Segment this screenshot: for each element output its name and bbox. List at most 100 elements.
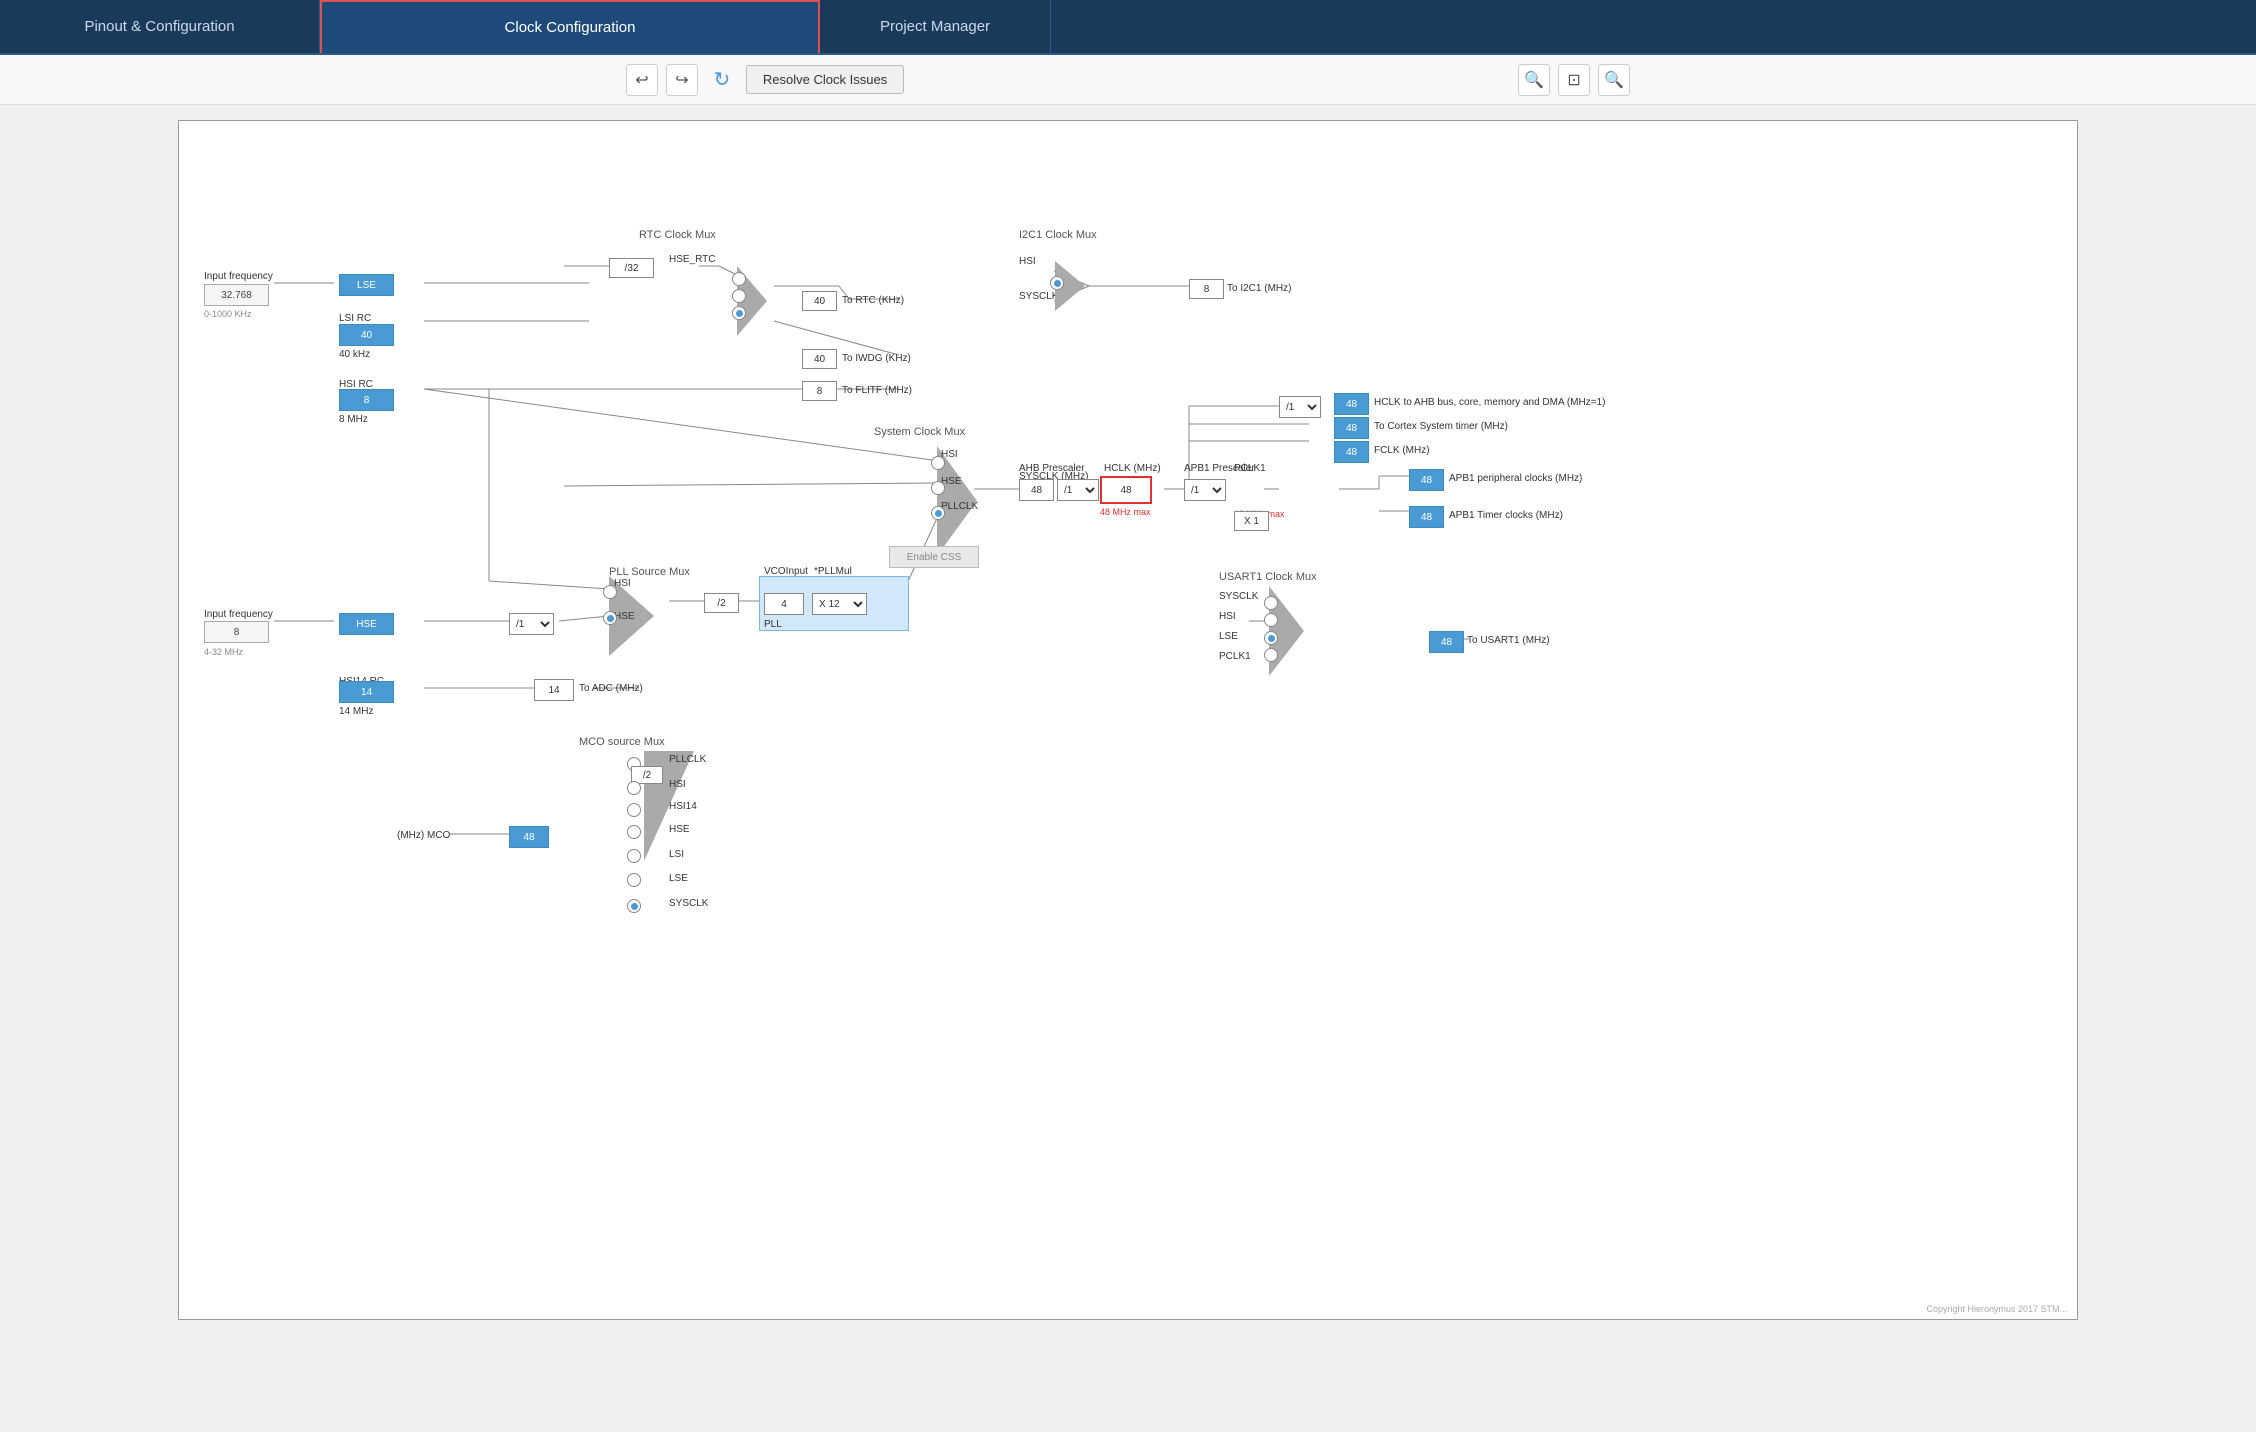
mco-val-box: 48 xyxy=(509,826,549,848)
mco-hse-label: HSE xyxy=(669,824,690,835)
mco-radio-lse[interactable] xyxy=(627,873,641,887)
flitf-output-val: 8 xyxy=(802,381,837,401)
mco-lsi-label: LSI xyxy=(669,849,684,860)
hsi-value[interactable]: 8 xyxy=(339,389,394,411)
vco-input-label: VCOInput xyxy=(764,566,808,577)
usart1-radio-lse[interactable] xyxy=(1264,631,1278,645)
cortex-timer-label: To Cortex System timer (MHz) xyxy=(1374,421,1508,432)
mco-radio-hse[interactable] xyxy=(627,825,641,839)
top-navigation: Pinout & Configuration Clock Configurati… xyxy=(0,0,2256,55)
i2c1-sysclk-label: SYSCLK xyxy=(1019,291,1058,302)
pll-source-radio-hse[interactable] xyxy=(603,611,617,625)
copyright-text: Copyright Hieronymus 2017 STM... xyxy=(1926,1304,2067,1314)
refresh-button[interactable]: ↻ xyxy=(706,64,738,96)
mco-hsi-label: HSI xyxy=(669,779,686,790)
usart1-hsi: HSI xyxy=(1219,611,1236,622)
mco-radio-hsi14[interactable] xyxy=(627,803,641,817)
fclk-label: FCLK (MHz) xyxy=(1374,445,1430,456)
fit-button[interactable]: ⊡ xyxy=(1558,64,1590,96)
ahb-val-box: 48 xyxy=(1019,479,1054,501)
mco-sysclk-label: SYSCLK xyxy=(669,898,708,909)
hclk-div1-select[interactable]: /1 xyxy=(1279,396,1321,418)
i2c1-hsi-label: HSI xyxy=(1019,256,1036,267)
sys-mux-pllclk: PLLCLK xyxy=(941,501,978,512)
lsi-freq: 40 kHz xyxy=(339,349,370,360)
input-freq2-value[interactable]: 8 xyxy=(204,621,269,643)
zoom-out-button[interactable]: 🔍 xyxy=(1598,64,1630,96)
redo-button[interactable]: ↪ xyxy=(666,64,698,96)
pll-hse-label: HSE xyxy=(614,611,635,622)
usart1-radio-hsi[interactable] xyxy=(1264,613,1278,627)
hse-box[interactable]: HSE xyxy=(339,613,394,635)
nav-clock-config[interactable]: Clock Configuration xyxy=(320,0,820,53)
hclk-ahb-val: 48 xyxy=(1334,393,1369,415)
hse-div-select[interactable]: /1 xyxy=(509,613,554,635)
usart1-out-label: To USART1 (MHz) xyxy=(1467,635,1550,646)
flitf-out-label: To FLITF (MHz) xyxy=(842,385,912,396)
vco-input-val[interactable]: 4 xyxy=(764,593,804,615)
input-freq1-label: Input frequency xyxy=(204,271,273,282)
zoom-in-button[interactable]: 🔍 xyxy=(1518,64,1550,96)
mco-hsi14-label: HSI14 xyxy=(669,801,697,812)
pll-source-radio-hsi[interactable] xyxy=(603,585,617,599)
nav-extra[interactable] xyxy=(1051,0,1451,53)
usart1-radio-sysclk[interactable] xyxy=(1264,596,1278,610)
i2c1-out-label: To I2C1 (MHz) xyxy=(1227,283,1291,294)
resolve-clock-issues-button[interactable]: Resolve Clock Issues xyxy=(746,65,904,94)
apb1-timer-label: APB1 Timer clocks (MHz) xyxy=(1449,510,1563,521)
input-freq1-value[interactable]: 32.768 xyxy=(204,284,269,306)
hclk-max: 48 MHz max xyxy=(1100,507,1151,517)
rtc-mux-radio-1[interactable] xyxy=(732,272,746,286)
pll-label: PLL xyxy=(764,619,782,630)
cortex-timer-val: 48 xyxy=(1334,417,1369,439)
hse-div32-box: /32 xyxy=(609,258,654,278)
mco-radio-hsi[interactable] xyxy=(627,781,641,795)
usart1-radio-pclk1[interactable] xyxy=(1264,648,1278,662)
i2c1-mux-label: I2C1 Clock Mux xyxy=(1019,229,1097,241)
nav-project-manager[interactable]: Project Manager xyxy=(820,0,1051,53)
rtc-out-label: To RTC (KHz) xyxy=(842,295,904,306)
hclk-val-box[interactable]: 48 xyxy=(1100,476,1152,504)
rtc-mux-label: RTC Clock Mux xyxy=(639,229,716,241)
iwdg-output-val: 40 xyxy=(802,349,837,369)
enable-css-btn[interactable]: Enable CSS xyxy=(889,546,979,568)
ahb-div-select[interactable]: /1 xyxy=(1057,479,1099,501)
rtc-mux-radio-2[interactable] xyxy=(732,289,746,303)
lse-box[interactable]: LSE xyxy=(339,274,394,296)
pll-hsi-label: HSI xyxy=(614,578,631,589)
lsi-value[interactable]: 40 xyxy=(339,324,394,346)
usart1-sysclk: SYSCLK xyxy=(1219,591,1258,602)
usart1-output-val: 48 xyxy=(1429,631,1464,653)
apb1-periph-val: 48 xyxy=(1409,469,1444,491)
hsi14-value[interactable]: 14 xyxy=(339,681,394,703)
rtc-mux-radio-3[interactable] xyxy=(732,306,746,320)
apb1-div-select[interactable]: /1 xyxy=(1184,479,1226,501)
usart1-lse: LSE xyxy=(1219,631,1238,642)
pll-mul-label-text: *PLLMul xyxy=(814,566,852,577)
sys-mux-radio-pllclk[interactable] xyxy=(931,506,945,520)
toolbar: ↩ ↪ ↻ Resolve Clock Issues 🔍 ⊡ 🔍 xyxy=(0,55,2256,105)
nav-pinout[interactable]: Pinout & Configuration xyxy=(0,0,320,53)
mco-radio-lsi[interactable] xyxy=(627,849,641,863)
hsi14-freq: 14 MHz xyxy=(339,706,373,717)
pclk1-label: PCLK1 xyxy=(1234,463,1266,474)
pll-div2-box: /2 xyxy=(704,593,739,613)
sys-mux-radio-hse[interactable] xyxy=(931,481,945,495)
mco-radio-sysclk[interactable] xyxy=(627,899,641,913)
apb1-timer-val: 48 xyxy=(1409,506,1444,528)
input-freq2-label: Input frequency xyxy=(204,609,273,620)
mco-lse-label: LSE xyxy=(669,873,688,884)
apb1-periph-label: APB1 peripheral clocks (MHz) xyxy=(1449,473,1582,484)
usart1-pclk1: PCLK1 xyxy=(1219,651,1251,662)
input-freq1-range: 0-1000 KHz xyxy=(204,309,252,319)
hse-rtc-label: HSE_RTC xyxy=(669,254,716,265)
main-content: RTC Clock Mux I2C1 Clock Mux PLL Source … xyxy=(0,105,2256,1432)
i2c1-mux-radio[interactable] xyxy=(1050,276,1064,290)
fclk-val: 48 xyxy=(1334,441,1369,463)
i2c1-output-val: 8 xyxy=(1189,279,1224,299)
adc-out-label: To ADC (MHz) xyxy=(579,683,643,694)
sys-mux-radio-hsi[interactable] xyxy=(931,456,945,470)
x1-box: X 1 xyxy=(1234,511,1269,531)
pll-mul-select[interactable]: X 12 xyxy=(812,593,867,615)
undo-button[interactable]: ↩ xyxy=(626,64,658,96)
